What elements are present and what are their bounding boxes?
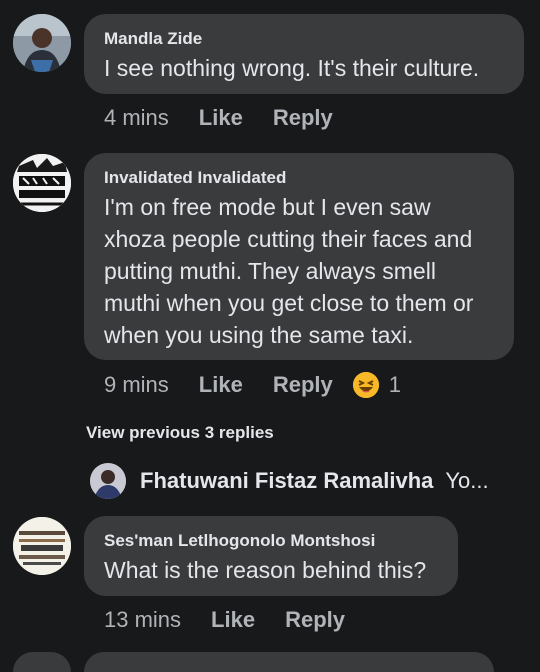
comment-text-line: putting muthi. They always smell <box>104 258 436 284</box>
comment-text: What is the reason behind this? <box>104 557 427 583</box>
reply-preview[interactable]: Fhatuwani Fistaz Ramalivha Yo... <box>90 463 489 499</box>
reply-button[interactable]: Reply <box>285 607 345 633</box>
comment-text: I'm on free mode but I even saw xhoza pe… <box>104 191 494 351</box>
avatar[interactable] <box>13 517 71 575</box>
comment-timestamp[interactable]: 13 mins <box>104 607 181 633</box>
avatar[interactable] <box>13 652 71 672</box>
like-button[interactable]: Like <box>199 372 243 398</box>
comment-text-line: when you using the same taxi. <box>104 322 414 348</box>
view-previous-replies-link[interactable]: View previous 3 replies <box>86 423 274 443</box>
user-photo-icon <box>13 14 71 72</box>
comment-author[interactable]: Invalidated Invalidated <box>104 167 494 189</box>
comment-timestamp[interactable]: 4 mins <box>104 105 169 131</box>
comment-text: I see nothing wrong. It's their culture. <box>104 55 480 81</box>
comment-actions: 4 mins Like Reply <box>104 105 333 131</box>
user-photo-icon <box>90 463 126 499</box>
avatar <box>90 463 126 499</box>
comment-text-line: I'm on free mode but I even saw <box>104 194 431 220</box>
comment-author[interactable]: Ses'man Letlhogonolo Montshosi <box>104 530 438 552</box>
reply-author[interactable]: Fhatuwani Fistaz Ramalivha <box>140 468 433 494</box>
avatar[interactable] <box>13 154 71 212</box>
next-comment-bubble[interactable] <box>84 652 494 672</box>
comment-text-line: muthi when you get close to them or <box>104 290 474 316</box>
like-button[interactable]: Like <box>211 607 255 633</box>
reply-button[interactable]: Reply <box>273 105 333 131</box>
comment-actions: 13 mins Like Reply <box>104 607 345 633</box>
reply-snippet: Yo... <box>445 468 489 493</box>
avatar[interactable] <box>13 14 71 72</box>
reaction-count[interactable]: 1 <box>389 372 401 398</box>
haha-emoji-icon[interactable] <box>352 372 379 398</box>
comment-text-line: xhoza people cutting their faces and <box>104 226 473 252</box>
comment-timestamp[interactable]: 9 mins <box>104 372 169 398</box>
logo-avatar-icon <box>13 154 71 212</box>
like-button[interactable]: Like <box>199 105 243 131</box>
comment-bubble[interactable]: Mandla Zide I see nothing wrong. It's th… <box>84 14 524 94</box>
group-photo-icon <box>13 517 71 575</box>
reply-button[interactable]: Reply <box>273 372 333 398</box>
comment-bubble[interactable]: Invalidated Invalidated I'm on free mode… <box>84 153 514 360</box>
comment-bubble[interactable]: Ses'man Letlhogonolo Montshosi What is t… <box>84 516 458 596</box>
comment-actions: 9 mins Like Reply 1 <box>104 372 401 398</box>
comment-author[interactable]: Mandla Zide <box>104 28 504 50</box>
